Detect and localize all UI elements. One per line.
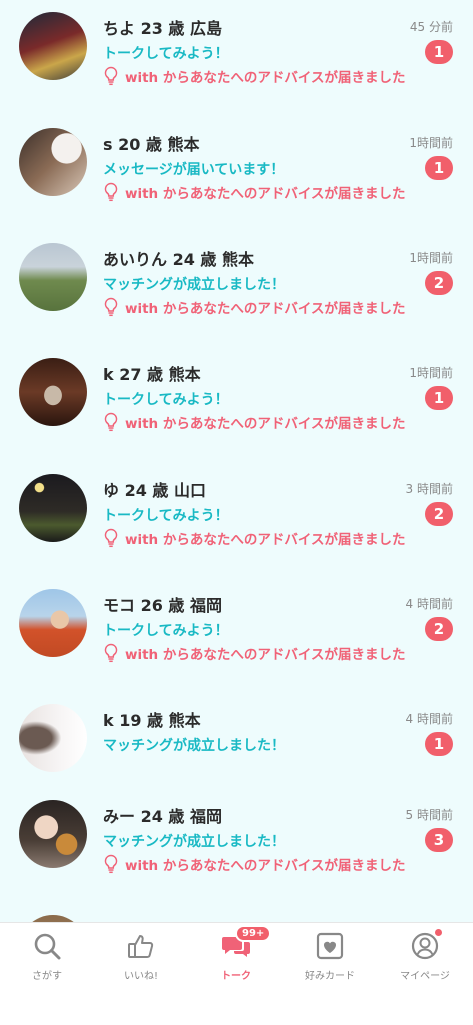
lightbulb-icon [104,297,118,317]
user-name: ゆ 24 歳 山口 [103,481,206,500]
unread-badge: 1 [425,156,453,180]
thumbs-up-icon [128,935,154,958]
last-message: トークしてみよう！ [103,392,229,408]
search-icon [34,933,61,960]
last-message: トークしてみよう！ [103,46,229,62]
unread-badge: 2 [425,617,453,641]
tab-search-label: さがす [32,971,62,982]
advice-text: with からあなたへのアドバイスが届きました [125,301,406,317]
heart-card-icon [316,932,344,960]
advice-notice: with からあなたへのアドバイスが届きました [103,412,405,432]
advice-notice: with からあなたへのアドバイスが届きました [103,643,405,663]
conversation-row[interactable]: k 27 歳 熊本 1時間前 トークしてみよう！ with からあなたへのアドバ… [0,358,473,473]
avatar [19,243,87,311]
advice-notice: with からあなたへのアドバイスが届きました [103,297,405,317]
lightbulb-icon [104,854,118,874]
conversation-row[interactable]: s 20 歳 熊本 1時間前 メッセージが届いています！ with からあなたへ… [0,128,473,243]
unread-badge: 1 [425,40,453,64]
timestamp: 4 時間前 [405,712,453,726]
avatar [19,915,87,922]
user-name: モコ 26 歳 福岡 [103,596,222,615]
user-name: s 20 歳 熊本 [103,135,200,154]
avatar [19,589,87,657]
conversation-row[interactable]: ゆ 24 歳 山口 3 時間前 トークしてみよう！ with からあなたへのアド… [0,474,473,589]
talk-count-badge: 99+ [235,925,272,942]
tab-favorite-cards-label: 好みカード [305,971,355,982]
lightbulb-icon [104,182,118,202]
advice-text: with からあなたへのアドバイスが届きました [125,858,406,874]
lightbulb-icon [104,528,118,548]
advice-notice: with からあなたへのアドバイスが届きました [103,182,405,202]
advice-text: with からあなたへのアドバイスが届きました [125,532,406,548]
user-name: あいりん 24 歳 熊本 [103,250,254,269]
conversation-row[interactable]: ちよ 23 歳 広島 45 分前 トークしてみよう！ with からあなたへのア… [0,12,473,127]
conversation-row[interactable]: モコ 26 歳 福岡 4 時間前 トークしてみよう！ with からあなたへのア… [0,589,473,704]
timestamp: 5 時間前 [405,808,453,822]
lightbulb-icon [104,643,118,663]
unread-badge: 2 [425,271,453,295]
avatar [19,358,87,426]
last-message: トークしてみよう！ [103,508,229,524]
avatar [19,128,87,196]
advice-notice: with からあなたへのアドバイスが届きました [103,66,405,86]
timestamp: 1時間前 [409,251,453,265]
avatar [19,474,87,542]
advice-text: with からあなたへのアドバイスが届きました [125,186,406,202]
conversation-row[interactable] [0,915,473,922]
advice-text: with からあなたへのアドバイスが届きました [125,70,406,86]
advice-notice: with からあなたへのアドバイスが届きました [103,854,405,874]
timestamp: 3 時間前 [405,482,453,496]
last-message: マッチングが成立しました！ [103,738,285,754]
avatar [19,800,87,868]
tab-favorite-cards[interactable]: 好みカード [283,931,377,991]
user-name: k 27 歳 熊本 [103,365,201,384]
avatar [19,12,87,80]
user-name: k 19 歳 熊本 [103,711,201,730]
user-name: みー 24 歳 福岡 [103,807,222,826]
lightbulb-icon [104,412,118,432]
tab-search[interactable]: さがす [0,931,94,991]
avatar [19,704,87,772]
last-message: マッチングが成立しました！ [103,277,285,293]
lightbulb-icon [104,66,118,86]
user-profile-icon [411,932,439,960]
unread-badge: 1 [425,386,453,410]
unread-badge: 2 [425,502,453,526]
tab-mypage[interactable]: マイページ [378,929,472,991]
timestamp: 45 分前 [409,20,453,34]
tab-mypage-label: マイページ [400,971,450,982]
timestamp: 1時間前 [409,366,453,380]
advice-text: with からあなたへのアドバイスが届きました [125,416,406,432]
user-name: ちよ 23 歳 広島 [103,19,222,38]
notification-dot [435,929,442,936]
advice-notice: with からあなたへのアドバイスが届きました [103,528,405,548]
conversation-list[interactable]: ちよ 23 歳 広島 45 分前 トークしてみよう！ with からあなたへのア… [0,0,473,922]
timestamp: 4 時間前 [405,597,453,611]
last-message: メッセージが届いています！ [103,162,285,178]
conversation-row[interactable]: あいりん 24 歳 熊本 1時間前 マッチングが成立しました！ with からあ… [0,243,473,358]
advice-text: with からあなたへのアドバイスが届きました [125,647,406,663]
tab-talk[interactable]: 99+ トーク [189,925,283,991]
bottom-tab-bar: さがす いいね! 99+ トーク 好みカード マイページ [0,922,473,1025]
last-message: マッチングが成立しました！ [103,834,285,850]
last-message: トークしてみよう！ [103,623,229,639]
tab-likes-label: いいね! [123,971,158,982]
tab-talk-label: トーク [221,971,251,982]
unread-badge: 1 [425,732,453,756]
conversation-row[interactable]: みー 24 歳 福岡 5 時間前 マッチングが成立しました！ with からあな… [0,800,473,915]
tab-likes[interactable]: いいね! [94,931,188,991]
unread-badge: 3 [425,828,453,852]
timestamp: 1時間前 [409,136,453,150]
